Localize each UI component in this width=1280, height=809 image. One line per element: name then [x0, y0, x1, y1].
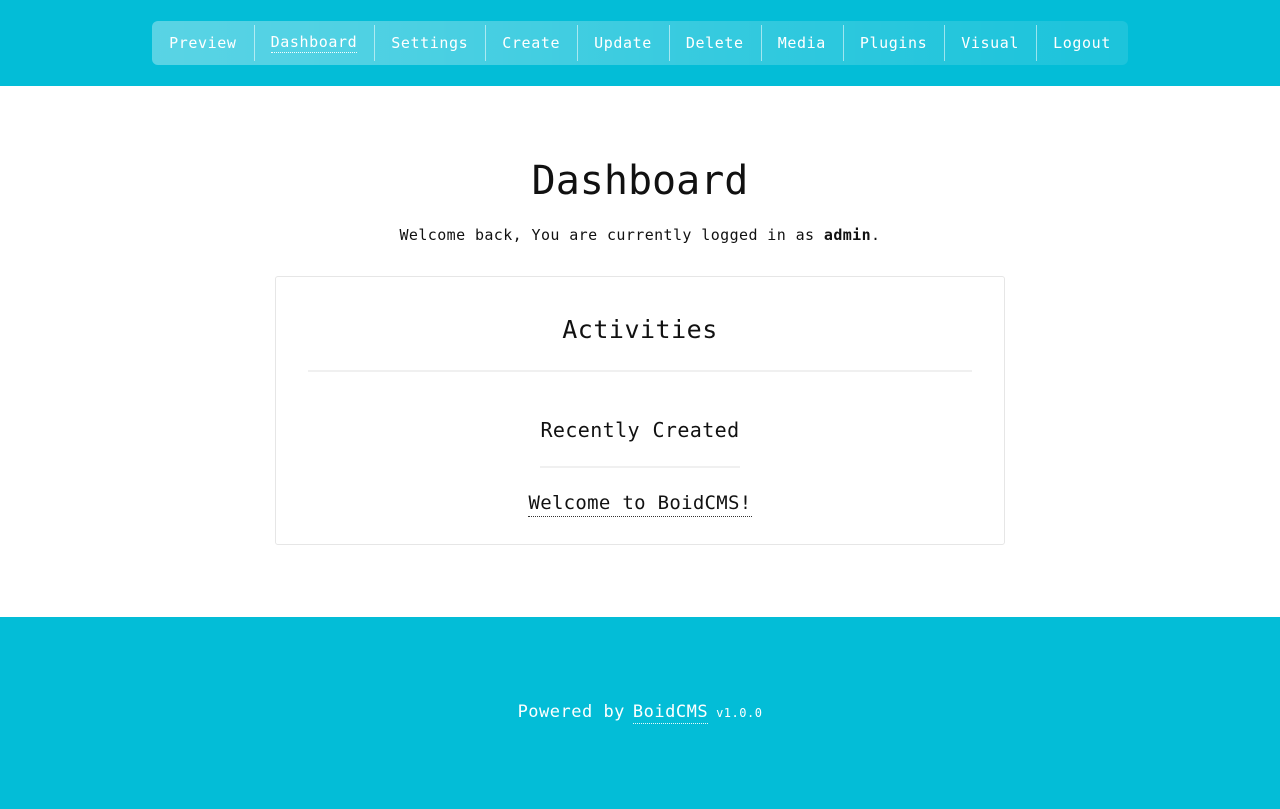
nav-item-plugins[interactable]: Plugins — [842, 21, 944, 65]
recently-created-item: Welcome to BoidCMS! — [308, 468, 972, 517]
nav-item-label: Logout — [1053, 34, 1111, 52]
nav-item-label: Media — [777, 34, 826, 52]
site-footer: Powered by BoidCMS v1.0.0 — [0, 617, 1280, 809]
footer-credit: Powered by BoidCMS v1.0.0 — [518, 702, 763, 724]
recently-created-link[interactable]: Welcome to BoidCMS! — [528, 492, 752, 517]
activities-card: Activities Recently Created Welcome to B… — [275, 276, 1005, 545]
nav-item-label: Preview — [169, 34, 237, 52]
activities-title: Activities — [562, 315, 718, 344]
nav-item-update[interactable]: Update — [577, 21, 669, 65]
welcome-message: Welcome back, You are currently logged i… — [0, 204, 1280, 244]
nav-item-label: Settings — [391, 34, 469, 52]
page-title: Dashboard — [531, 158, 749, 204]
site-header: Preview Dashboard Settings Create Update Dele… — [0, 0, 1280, 86]
main-content: Dashboard Welcome back, You are currentl… — [0, 86, 1280, 617]
footer-powered-by-label: Powered by — [517, 702, 625, 722]
nav-item-label: Dashboard — [270, 33, 358, 53]
nav-item-delete[interactable]: Delete — [668, 21, 761, 65]
nav-item-dashboard[interactable]: Dashboard — [253, 21, 375, 65]
nav-item-label: Visual — [961, 34, 1020, 52]
nav-item-visual[interactable]: Visual — [944, 21, 1036, 65]
nav-item-label: Create — [502, 34, 561, 52]
footer-boidcms-link[interactable]: BoidCMS — [632, 702, 709, 724]
nav-item-media[interactable]: Media — [760, 21, 843, 65]
nav-item-label: Delete — [685, 34, 744, 52]
welcome-suffix: . — [871, 226, 881, 244]
footer-version: v1.0.0 — [716, 706, 763, 720]
welcome-username: admin — [823, 226, 872, 244]
nav-item-logout[interactable]: Logout — [1036, 21, 1128, 65]
nav-item-label: Plugins — [859, 34, 928, 52]
nav-item-label: Update — [594, 34, 652, 52]
main-navigation: Preview Dashboard Settings Create Update Dele… — [152, 21, 1128, 65]
nav-item-create[interactable]: Create — [485, 21, 577, 65]
recently-created-list: Welcome to BoidCMS! — [308, 468, 972, 517]
nav-item-preview[interactable]: Preview — [152, 21, 253, 65]
recently-created-title: Recently Created — [540, 418, 740, 442]
nav-item-settings[interactable]: Settings — [374, 21, 485, 65]
welcome-prefix: Welcome back, You are currently logged i… — [399, 226, 824, 244]
